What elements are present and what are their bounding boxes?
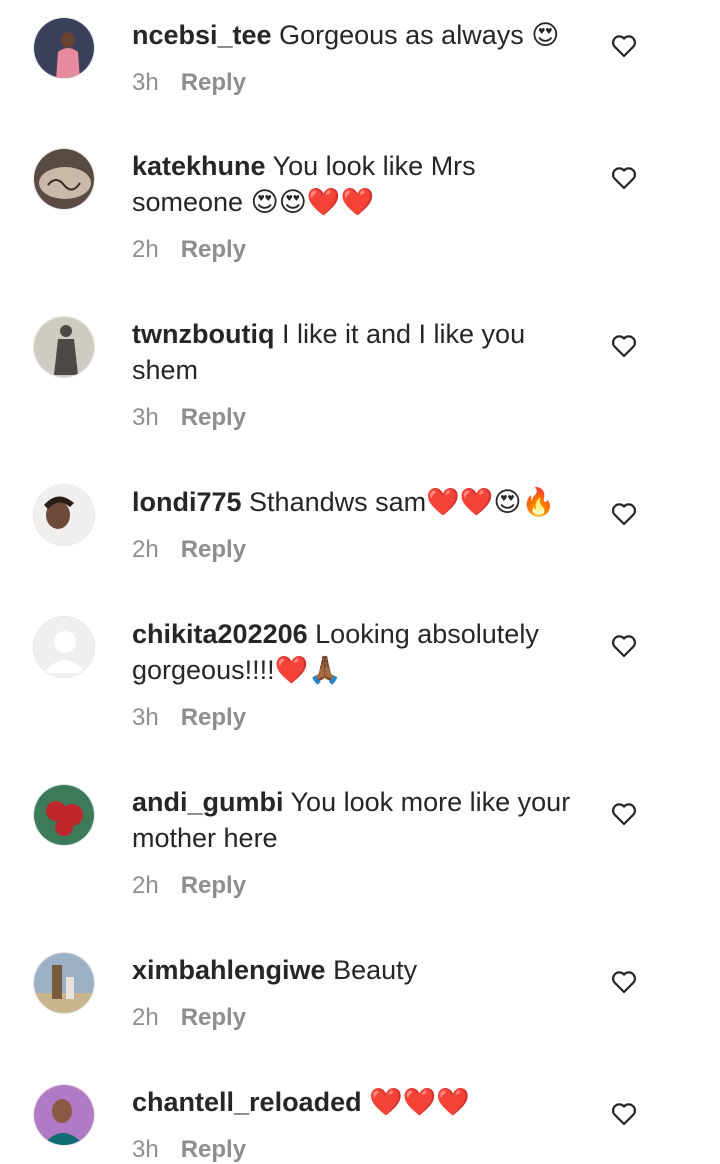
comment-meta: 2h Reply: [132, 872, 246, 900]
comment-text: twnzboutiq I like it and I like you shem: [132, 316, 582, 388]
heart-outline-icon[interactable]: [611, 166, 637, 190]
timestamp: 3h: [132, 404, 159, 431]
comment-meta: 2h Reply: [132, 236, 246, 264]
avatar[interactable]: [33, 316, 95, 378]
username[interactable]: twnzboutiq: [132, 319, 274, 349]
username[interactable]: ximbahlengiwe: [132, 955, 326, 985]
comment-body: ❤️❤️❤️: [369, 1087, 470, 1117]
heart-outline-icon[interactable]: [611, 34, 637, 58]
comment-body: Gorgeous as always 😍: [279, 20, 560, 50]
comment-text: chikita202206 Looking absolutely gorgeou…: [132, 616, 582, 688]
username[interactable]: chantell_reloaded: [132, 1087, 362, 1117]
comment-meta: 2h Reply: [132, 536, 246, 564]
comment-text: londi775 Sthandws sam❤️❤️😍🔥: [132, 484, 582, 520]
heart-outline-icon[interactable]: [611, 970, 637, 994]
avatar[interactable]: [33, 148, 95, 210]
timestamp: 3h: [132, 1136, 159, 1163]
reply-button[interactable]: Reply: [181, 704, 246, 731]
comment-text: ncebsi_tee Gorgeous as always 😍: [132, 17, 582, 53]
comment-meta: 2h Reply: [132, 1004, 246, 1032]
reply-button[interactable]: Reply: [181, 536, 246, 563]
timestamp: 3h: [132, 704, 159, 731]
avatar[interactable]: [33, 484, 95, 546]
comment-meta: 3h Reply: [132, 1136, 246, 1164]
heart-outline-icon[interactable]: [611, 502, 637, 526]
heart-outline-icon[interactable]: [611, 334, 637, 358]
reply-button[interactable]: Reply: [181, 236, 246, 263]
timestamp: 2h: [132, 536, 159, 563]
timestamp: 2h: [132, 236, 159, 263]
comment-text: katekhune You look like Mrs someone 😍😍❤️…: [132, 148, 582, 220]
comment-meta: 3h Reply: [132, 704, 246, 732]
reply-button[interactable]: Reply: [181, 1004, 246, 1031]
avatar[interactable]: [33, 17, 95, 79]
username[interactable]: katekhune: [132, 151, 266, 181]
timestamp: 2h: [132, 872, 159, 899]
avatar[interactable]: [33, 952, 95, 1014]
comment-meta: 3h Reply: [132, 404, 246, 432]
username[interactable]: andi_gumbi: [132, 787, 284, 817]
reply-button[interactable]: Reply: [181, 404, 246, 431]
comment-meta: 3h Reply: [132, 69, 246, 97]
username[interactable]: ncebsi_tee: [132, 20, 272, 50]
reply-button[interactable]: Reply: [181, 69, 246, 96]
username[interactable]: londi775: [132, 487, 242, 517]
username[interactable]: chikita202206: [132, 619, 308, 649]
reply-button[interactable]: Reply: [181, 1136, 246, 1163]
heart-outline-icon[interactable]: [611, 802, 637, 826]
comment-text: chantell_reloaded ❤️❤️❤️: [132, 1084, 582, 1120]
comment-text: andi_gumbi You look more like your mothe…: [132, 784, 582, 856]
avatar[interactable]: [33, 784, 95, 846]
timestamp: 3h: [132, 69, 159, 96]
comment-text: ximbahlengiwe Beauty: [132, 952, 582, 988]
reply-button[interactable]: Reply: [181, 872, 246, 899]
heart-outline-icon[interactable]: [611, 634, 637, 658]
avatar[interactable]: [33, 616, 95, 678]
avatar[interactable]: [33, 1084, 95, 1146]
heart-outline-icon[interactable]: [611, 1102, 637, 1126]
comment-body: Beauty: [333, 955, 418, 985]
timestamp: 2h: [132, 1004, 159, 1031]
comment-body: Sthandws sam❤️❤️😍🔥: [249, 487, 556, 517]
